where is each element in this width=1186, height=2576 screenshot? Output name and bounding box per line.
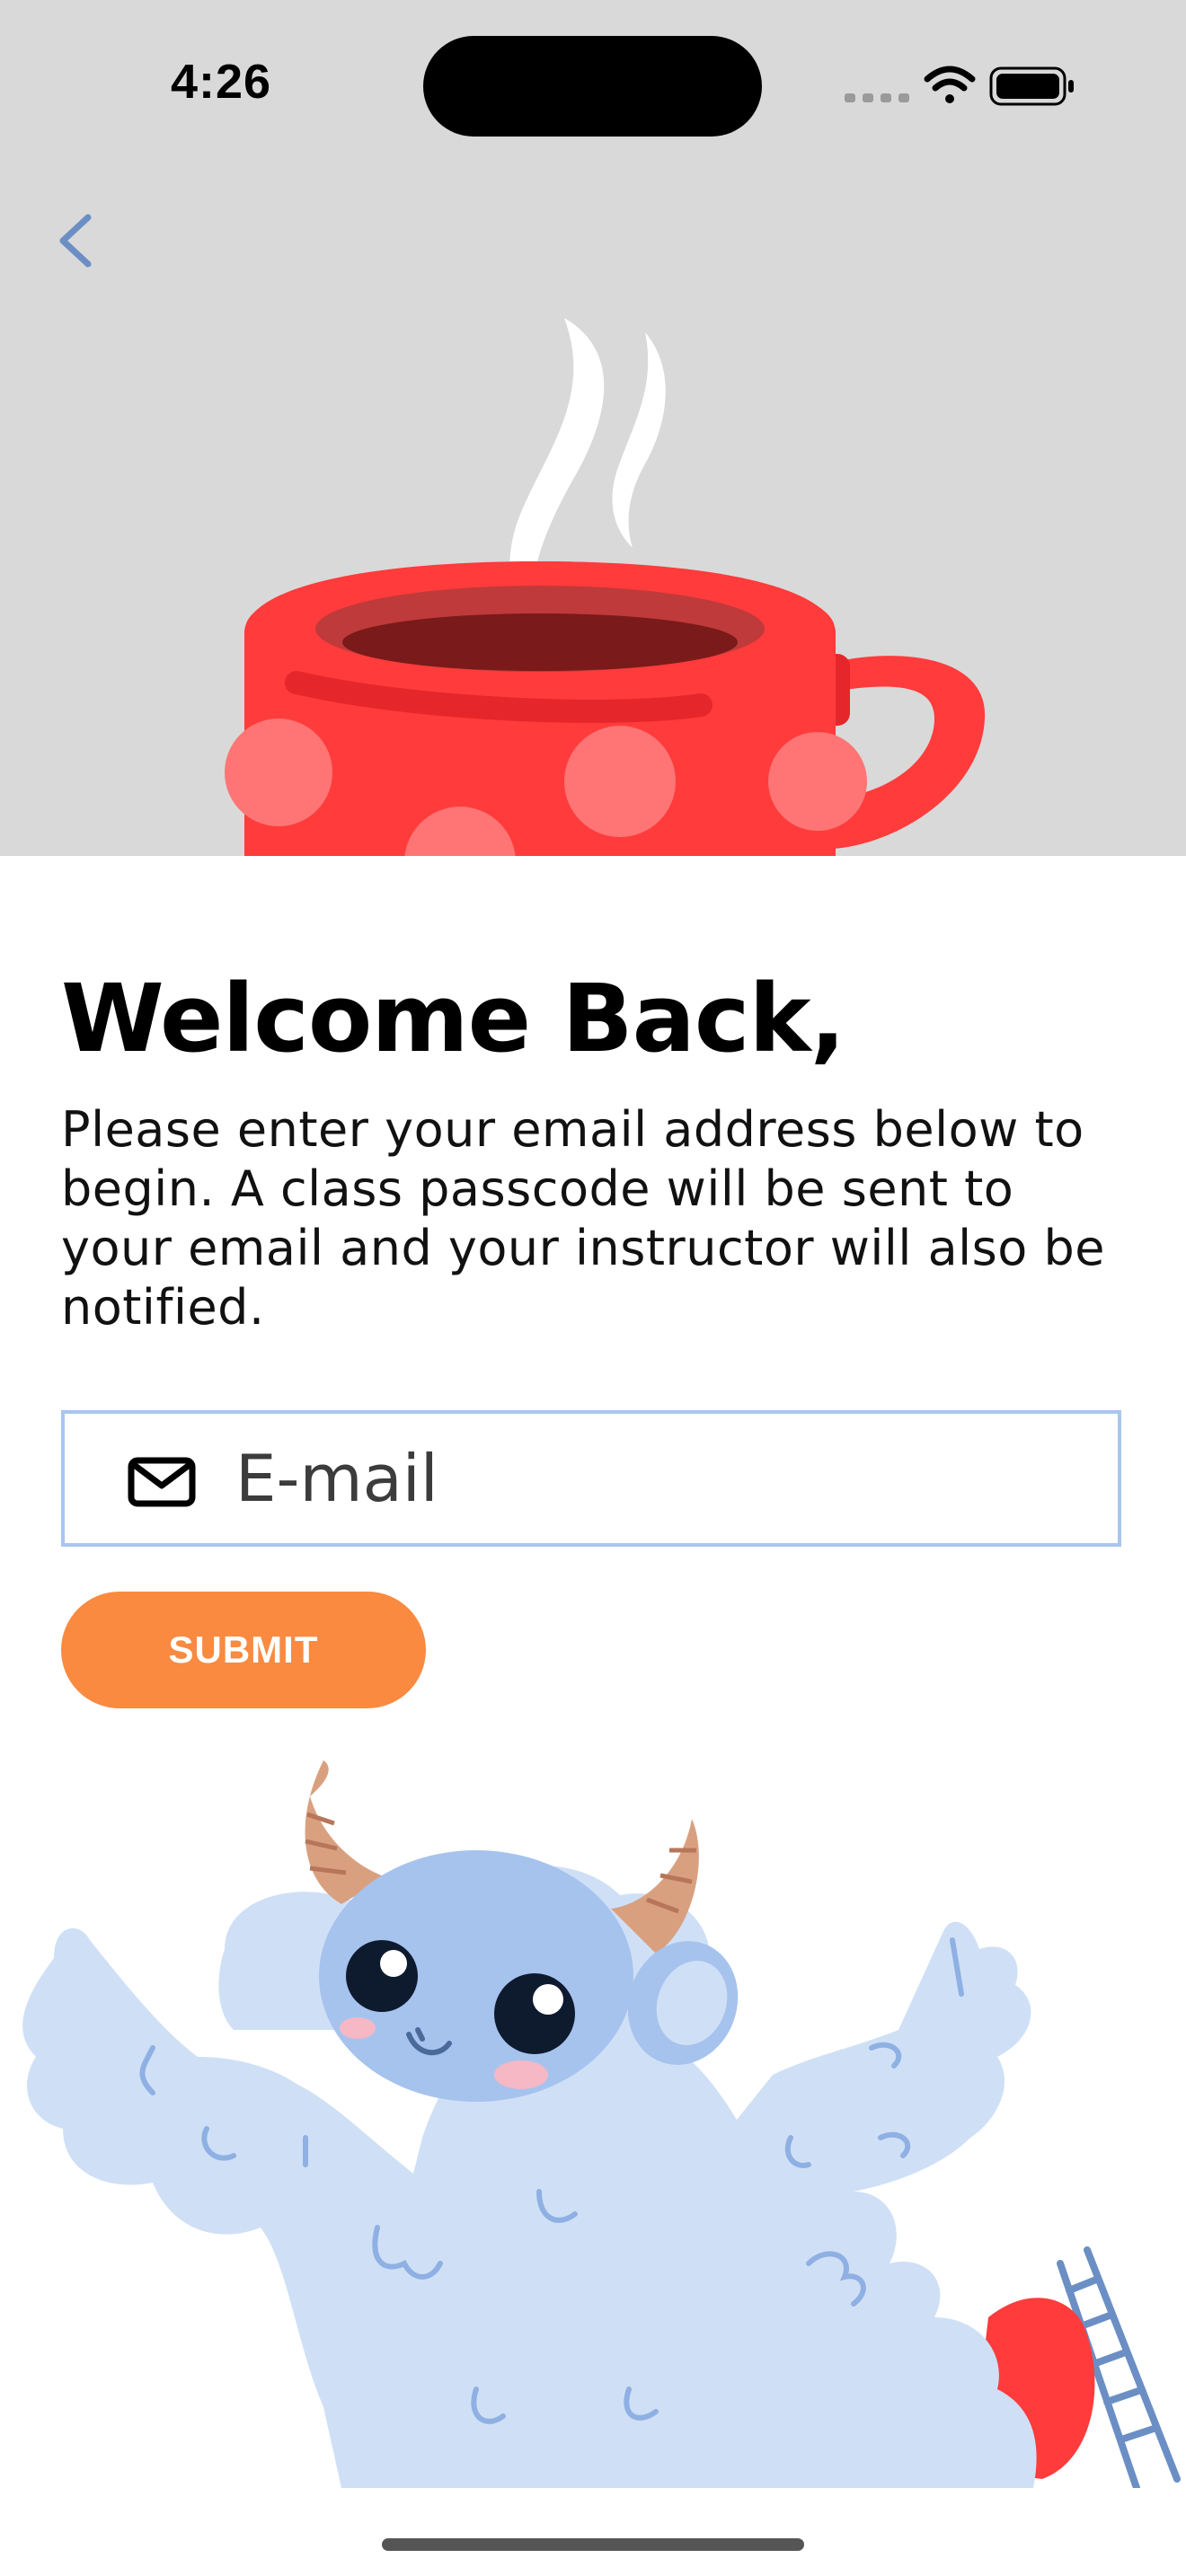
yeti-illustration — [22, 1760, 1181, 2488]
signal-icon — [845, 93, 909, 102]
home-indicator[interactable] — [382, 2538, 804, 2551]
welcome-screen: 4:26 Welcome Back, Please enter your ema… — [0, 0, 1186, 2576]
page-title: Welcome Back, — [61, 964, 845, 1073]
cup-body — [225, 561, 867, 856]
status-bar: 4:26 — [0, 0, 1186, 171]
instructions-text: Please enter your email address below to… — [61, 1101, 1106, 1336]
status-time: 4:26 — [171, 55, 272, 109]
back-button[interactable] — [45, 205, 108, 277]
battery-icon — [989, 66, 1074, 106]
hero-illustration-area: 4:26 — [0, 0, 1186, 856]
coffee-cup-illustration — [225, 318, 986, 856]
wifi-icon — [924, 66, 976, 103]
email-input[interactable] — [235, 1432, 1098, 1525]
submit-button[interactable]: SUBMIT — [61, 1592, 426, 1708]
chevron-left-icon — [59, 214, 92, 268]
email-field[interactable] — [61, 1410, 1121, 1547]
mail-icon — [128, 1457, 196, 1507]
dynamic-island — [423, 36, 762, 137]
status-icons — [845, 66, 1074, 106]
